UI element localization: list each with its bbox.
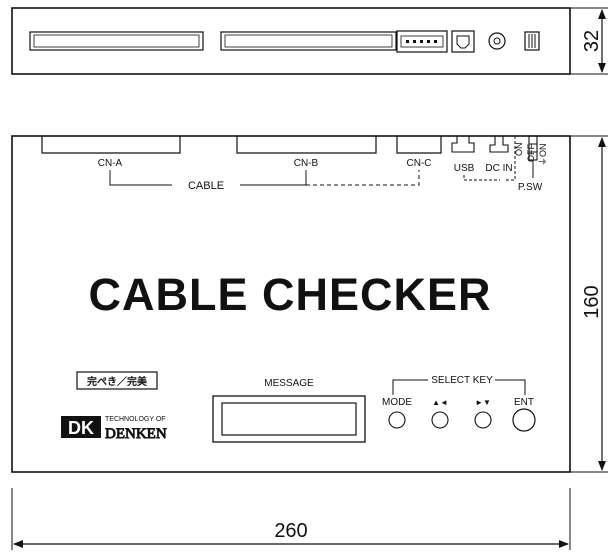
logo-name: DENKEN — [105, 426, 167, 442]
technical-drawing: 32 CN-A CN-B CN-C CABLE USB DC IN ON OFF… — [11, 7, 608, 550]
right-key-label: ►▼ — [475, 398, 491, 407]
mode-key-label: MODE — [382, 397, 412, 408]
dimension-260-label: 260 — [274, 520, 307, 542]
denken-logo: DK TECHNOLOGY OF DENKEN — [61, 416, 167, 442]
logo-tagline: TECHNOLOGY OF — [105, 416, 166, 423]
cable-leader-dashed — [306, 170, 420, 186]
switch-ground-on-label: ⏚ON — [538, 143, 548, 166]
cable-leader-right — [240, 170, 307, 186]
cn-c-connector — [396, 136, 442, 154]
dimension-width: 260 — [11, 488, 571, 550]
select-key-bracket-left — [392, 379, 428, 395]
dimension-32-label: 32 — [581, 30, 603, 52]
top-dc-jack — [488, 32, 506, 50]
power-switch-label: P.SW — [518, 182, 543, 193]
ent-key[interactable] — [512, 408, 536, 432]
dimension-160-label: 160 — [581, 285, 603, 318]
svg-text:DK: DK — [68, 418, 94, 438]
drawing-canvas: 32 CN-A CN-B CN-C CABLE USB DC IN ON OFF… — [0, 0, 610, 552]
cn-c-label: CN-C — [407, 158, 432, 169]
cable-label: CABLE — [188, 180, 224, 192]
switch-off-label: OFF — [526, 144, 536, 162]
dc-in-label: DC IN — [485, 163, 512, 174]
right-key[interactable] — [474, 411, 492, 429]
top-view-outline — [11, 7, 571, 75]
top-cn-c-pins — [406, 40, 437, 43]
switch-on-label: ON — [514, 143, 524, 157]
mode-key[interactable] — [388, 411, 406, 429]
message-label: MESSAGE — [264, 378, 314, 389]
product-title: CABLE CHECKER — [88, 269, 491, 320]
slogan-text: 完ぺき／完美 — [87, 375, 148, 388]
dimension-top-height: 32 — [570, 7, 608, 75]
ent-key-label: ENT — [514, 397, 534, 408]
message-display-screen — [221, 402, 357, 436]
front-view: CN-A CN-B CN-C CABLE USB DC IN ON OFF ⏚O… — [11, 135, 571, 473]
dc-in-jack — [489, 136, 509, 153]
cn-b-label: CN-B — [294, 158, 319, 169]
cable-leader-left — [109, 170, 172, 186]
select-key-bracket-right — [495, 379, 526, 395]
dimension-front-height: 160 — [570, 135, 608, 473]
usb-label: USB — [454, 163, 475, 174]
usb-port — [451, 136, 475, 153]
top-usb-port — [451, 30, 475, 53]
top-view — [11, 7, 571, 75]
cn-b-connector — [236, 136, 377, 154]
cn-a-connector — [41, 136, 181, 154]
cn-a-label: CN-A — [98, 158, 123, 169]
select-key-label: SELECT KEY — [431, 375, 493, 386]
left-key-label: ▲◄ — [432, 398, 448, 407]
left-key[interactable] — [431, 411, 449, 429]
